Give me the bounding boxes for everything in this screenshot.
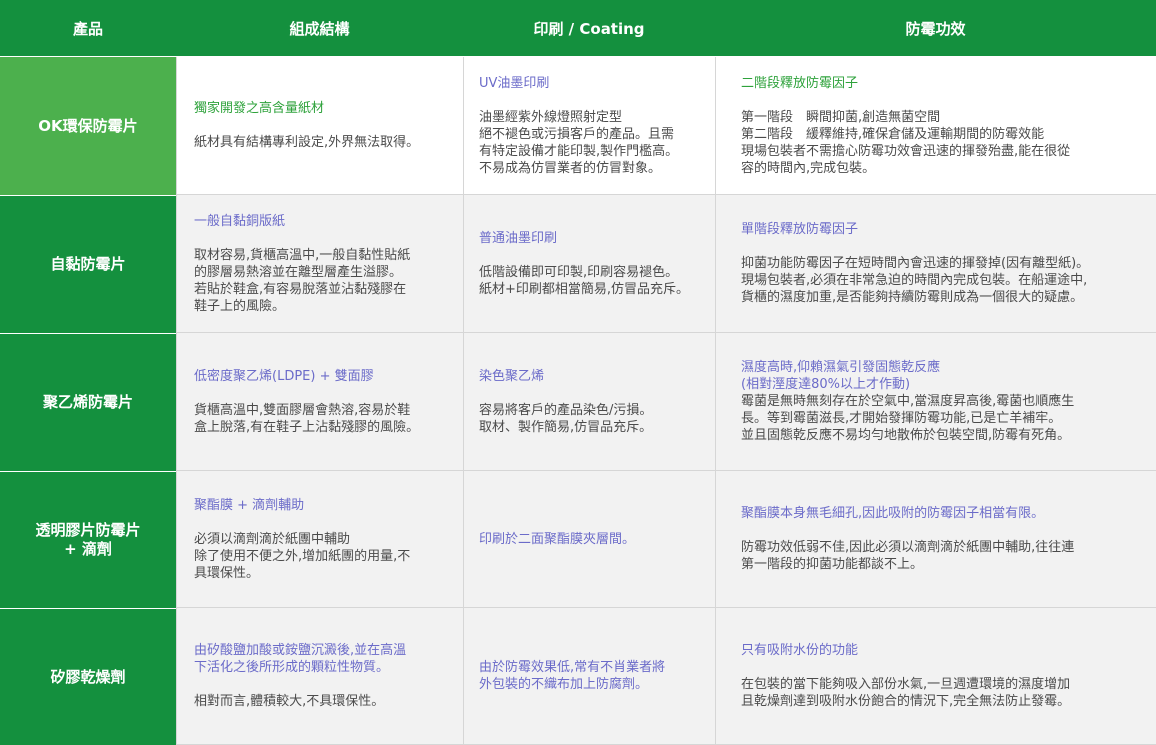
cell-text: 紙材具有結構專利設定,外界無法取得。 [194,135,420,150]
header-effect: 防霉功效 [715,0,1156,57]
cell-printing-sticker: 普通油墨印刷 低階設備即可印製,印刷容易褪色。 紙材+印刷都相當簡易,仿冒品充斥… [463,195,715,333]
cell-text: 相對而言,體積較大,不具環保性。 [194,694,385,709]
cell-text: 在包裝的當下能夠吸入部份水氣,一旦週遭環境的濕度增加 [741,677,1071,692]
cell-text: 並且固態乾反應不易均勻地散佈於包裝空間,防霉有死角。 [741,428,1071,443]
cell-text: 防霉功效低弱不佳,因此必須以滴劑滴於紙團中輔助,往往連 [741,540,1075,555]
cell-title: UV油墨印刷 [479,75,550,91]
cell-text: 長。等到霉菌滋長,才開始發揮防霉功能,已是亡羊補牢。 [741,411,1062,426]
cell-structure-ok: 獨家開發之高含量紙材 紙材具有結構專利設定,外界無法取得。 [176,57,463,195]
cell-text: 取材容易,貨櫃高溫中,一般自黏性貼紙 [194,247,411,263]
row-name: 聚乙烯防霉片 [42,393,133,411]
cell-title: 普通油墨印刷 [479,230,558,246]
cell-title: 由於防霉效果低,常有不肖業者將 [479,660,666,675]
cell-title: 低密度聚乙烯(LDPE) + 雙面膠 [194,368,374,384]
cell-structure-silica-gel: 由矽酸鹽加酸或銨鹽沉澱後,並在高溫 下活化之後所形成的顆粒性物質。 相對而言,體… [176,608,463,745]
cell-title: 由矽酸鹽加酸或銨鹽沉澱後,並在高溫 [194,643,407,658]
cell-title: 濕度高時,仰賴濕氣引發固態乾反應 [741,360,941,375]
row-name: 自黏防霉片 [50,255,126,273]
cell-text: 絕不褪色或污損客戶的產品。且需 [479,126,675,142]
header-product: 產品 [0,0,176,57]
row-head-polyethylene: 聚乙烯防霉片 [0,333,176,471]
cell-text: 現場包裝者,必須在非常急迫的時間內完成包裝。在船運途中, [741,273,1088,288]
cell-effect-polyethylene: 濕度高時,仰賴濕氣引發固態乾反應 (相對溼度達80%以上才作動) 霉菌是無時無刻… [715,333,1156,471]
row-name: 矽膠乾燥劑 [50,667,126,686]
cell-title: 二階段釋放防霉因子 [741,75,859,91]
comparison-table: 產品 組成結構 印刷 / Coating 防霉功效 OK環保防霉片 獨家開發之高… [0,0,1156,745]
cell-effect-ok: 二階段釋放防霉因子 第一階段 瞬間抑菌,創造無菌空間 第二階段 緩釋維持,確保倉… [715,57,1156,195]
row-name: 透明膠片防霉片 [35,521,141,539]
cell-effect-transparent-film: 聚酯膜本身無毛細孔,因此吸附的防霉因子相當有限。 防霉功效低弱不佳,因此必須以滴… [715,471,1156,608]
cell-text: 第一階段 瞬間抑菌,創造無菌空間 [741,109,941,125]
cell-text: 第二階段 緩釋維持,確保倉儲及運輸期間的防霉效能 [741,126,1045,142]
cell-title: 一般自黏銅版紙 [194,213,286,229]
row-name: + 滴劑 [64,540,112,558]
cell-text: 低階設備即可印製,印刷容易褪色。 [479,264,679,280]
cell-text: 有特定設備才能印製,製作門檻高。 [479,143,679,159]
cell-text: 貨櫃高溫中,雙面膠層會熱溶,容易於鞋 [194,402,411,418]
cell-title: 印刷於二面聚酯膜夾層間。 [479,531,636,547]
cell-text: 不易成為仿冒業者的仿冒對象。 [479,160,662,176]
cell-title: 單階段釋放防霉因子 [741,222,859,237]
cell-structure-transparent-film: 聚酯膜 + 滴劑輔助 必須以滴劑滴於紙團中輔助 除了使用不便之外,增加紙團的用量… [176,471,463,608]
cell-text: 取材、製作簡易,仿冒品充斥。 [479,419,653,435]
row-head-transparent-film: 透明膠片防霉片 + 滴劑 [0,471,176,608]
cell-title: 獨家開發之高含量紙材 [194,101,325,116]
cell-title: 聚酯膜本身無毛細孔,因此吸附的防霉因子相當有限。 [741,506,1045,521]
header-printing: 印刷 / Coating [463,0,715,57]
cell-title: 只有吸附水份的功能 [741,643,859,658]
cell-printing-transparent-film: 印刷於二面聚酯膜夾層間。 [463,471,715,608]
cell-title: 外包裝的不織布加上防腐劑。 [479,677,649,692]
cell-title: 聚酯膜 + 滴劑輔助 [194,497,305,513]
cell-effect-silica-gel: 只有吸附水份的功能 在包裝的當下能夠吸入部份水氣,一旦週遭環境的濕度增加 且乾燥… [715,608,1156,745]
row-head-sticker: 自黏防霉片 [0,195,176,333]
cell-text: 現場包裝者不需擔心防霉功效會迅速的揮發殆盡,能在很從 [741,143,1071,159]
cell-structure-polyethylene: 低密度聚乙烯(LDPE) + 雙面膠 貨櫃高溫中,雙面膠層會熱溶,容易於鞋 盒上… [176,333,463,471]
cell-text: 第一階段的抑菌功能都談不上。 [741,557,924,572]
cell-text: 抑菌功能防霉因子在短時間內會迅速的揮發掉(因有離型紙)。 [741,256,1090,271]
row-head-ok: OK環保防霉片 [0,57,176,195]
cell-text: 具環保性。 [194,565,260,581]
row-head-silica-gel: 矽膠乾燥劑 [0,608,176,745]
cell-title: 染色聚乙烯 [479,368,545,384]
row-name: OK環保防霉片 [38,116,138,135]
cell-printing-ok: UV油墨印刷 油墨經紫外線燈照射定型 絕不褪色或污損客戶的產品。且需 有特定設備… [463,57,715,195]
cell-text: 盒上脫落,有在鞋子上沾黏殘膠的風險。 [194,419,420,435]
cell-text: 且乾燥劑達到吸附水份飽合的情況下,完全無法防止發霉。 [741,694,1071,709]
cell-text: 貨櫃的濕度加重,是否能夠持續防霉則成為一個很大的疑慮。 [741,290,1084,305]
cell-text: 必須以滴劑滴於紙團中輔助 [194,531,351,547]
cell-text: 紙材+印刷都相當簡易,仿冒品充斥。 [479,281,690,297]
cell-subtitle: (相對溼度達80%以上才作動) [741,377,911,392]
cell-text: 鞋子上的風險。 [194,298,286,314]
cell-effect-sticker: 單階段釋放防霉因子 抑菌功能防霉因子在短時間內會迅速的揮發掉(因有離型紙)。 現… [715,195,1156,333]
cell-text: 的膠層易熱溶並在離型層產生溢膠。 [194,264,403,280]
cell-text: 若貼於鞋盒,有容易脫落並沾黏殘膠在 [194,281,407,297]
cell-text: 霉菌是無時無刻存在於空氣中,當濕度昇高後,霉菌也順應生 [741,394,1075,409]
cell-text: 容的時間內,完成包裝。 [741,160,876,176]
cell-text: 除了使用不便之外,增加紙團的用量,不 [194,548,411,564]
cell-title: 下活化之後所形成的顆粒性物質。 [194,660,390,675]
cell-printing-silica-gel: 由於防霉效果低,常有不肖業者將 外包裝的不織布加上防腐劑。 [463,608,715,745]
cell-structure-sticker: 一般自黏銅版紙 取材容易,貨櫃高溫中,一般自黏性貼紙 的膠層易熱溶並在離型層產生… [176,195,463,333]
header-structure: 組成結構 [176,0,463,57]
cell-printing-polyethylene: 染色聚乙烯 容易將客戶的產品染色/污損。 取材、製作簡易,仿冒品充斥。 [463,333,715,471]
cell-text: 油墨經紫外線燈照射定型 [479,109,623,125]
cell-text: 容易將客戶的產品染色/污損。 [479,402,653,418]
